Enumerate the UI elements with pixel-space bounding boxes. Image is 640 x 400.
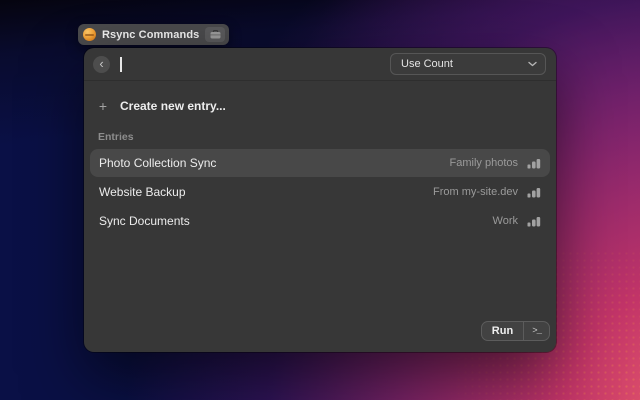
chevron-left-icon: ‹ [99, 57, 103, 70]
list-item[interactable]: Sync Documents Work [90, 207, 550, 235]
back-button[interactable]: ‹ [93, 56, 110, 73]
text-caret [120, 57, 122, 72]
search-input[interactable] [120, 48, 380, 80]
usage-bar-chart-icon [527, 186, 541, 198]
search-bar: ‹ Use Count [84, 48, 556, 81]
sort-dropdown[interactable]: Use Count [390, 53, 546, 75]
usage-bar-chart-icon [527, 215, 541, 227]
sort-dropdown-value: Use Count [401, 58, 453, 70]
create-new-entry-row[interactable]: + Create new entry... [90, 91, 550, 121]
footer-bar: Run >_ [84, 318, 556, 352]
desktop-background: { "tag": { "label": "Rsync Commands", "i… [0, 0, 640, 400]
raycast-panel: ‹ Use Count + Create new entry... Entrie… [84, 48, 556, 352]
section-header-entries: Entries [90, 121, 550, 149]
extension-tag[interactable]: Rsync Commands [78, 24, 229, 45]
entry-subtitle: From my-site.dev [433, 186, 518, 198]
entry-title: Sync Documents [99, 214, 190, 228]
entry-subtitle: Work [493, 215, 518, 227]
run-split-button: Run >_ [481, 321, 550, 341]
usage-bar-chart-icon [527, 157, 541, 169]
list-body: + Create new entry... Entries Photo Coll… [84, 81, 556, 318]
terminal-icon: >_ [532, 326, 541, 336]
create-new-entry-label: Create new entry... [120, 99, 226, 113]
briefcase-icon [205, 27, 225, 42]
plus-icon: + [98, 98, 108, 114]
list-item[interactable]: Website Backup From my-site.dev [90, 178, 550, 206]
chevron-down-icon [528, 61, 537, 67]
extension-tag-label: Rsync Commands [102, 29, 199, 41]
entry-title: Website Backup [99, 185, 186, 199]
terminal-button[interactable]: >_ [524, 322, 549, 340]
run-button-label: Run [492, 325, 513, 337]
entry-title: Photo Collection Sync [99, 156, 216, 170]
entry-subtitle: Family photos [450, 157, 518, 169]
run-button[interactable]: Run [482, 322, 523, 340]
extension-emoji-icon [83, 28, 96, 41]
list-item[interactable]: Photo Collection Sync Family photos [90, 149, 550, 177]
